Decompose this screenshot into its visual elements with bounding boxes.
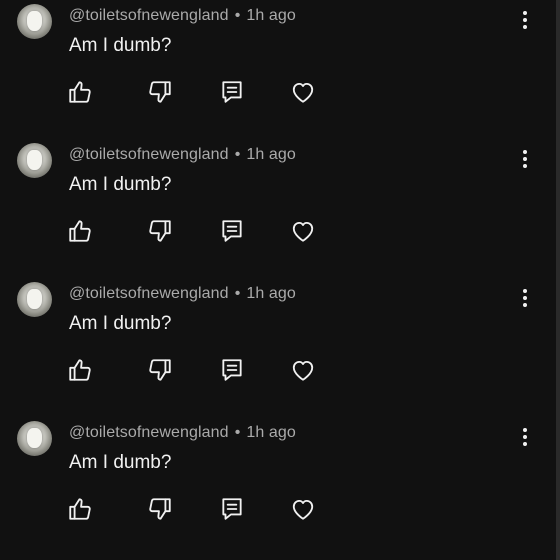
reply-button[interactable] xyxy=(218,78,246,106)
dislike-button[interactable] xyxy=(146,217,174,245)
reply-button[interactable] xyxy=(218,495,246,523)
comment-text: Am I dumb? xyxy=(69,313,172,334)
meta-separator: • xyxy=(234,146,241,163)
reply-button[interactable] xyxy=(218,356,246,384)
comment-item: @toiletsofnewengland • 1h ago Am I dumb? xyxy=(0,417,556,556)
heart-icon xyxy=(292,499,314,520)
more-options-button[interactable] xyxy=(515,147,535,171)
meta-separator: • xyxy=(234,424,241,441)
more-options-button[interactable] xyxy=(515,8,535,32)
like-button[interactable] xyxy=(66,217,94,245)
thumbs-up-icon xyxy=(69,220,91,242)
dislike-button[interactable] xyxy=(146,78,174,106)
avatar[interactable] xyxy=(17,4,52,39)
reply-icon xyxy=(222,498,242,520)
comment-author[interactable]: @toiletsofnewengland xyxy=(69,424,229,441)
comment-text: Am I dumb? xyxy=(69,35,172,56)
comment-text: Am I dumb? xyxy=(69,452,172,473)
thumbs-down-icon xyxy=(149,359,171,381)
comment-meta: @toiletsofnewengland • 1h ago xyxy=(69,424,296,442)
like-button[interactable] xyxy=(66,356,94,384)
scrollbar-track[interactable] xyxy=(556,0,560,560)
more-options-button[interactable] xyxy=(515,425,535,449)
dislike-button[interactable] xyxy=(146,356,174,384)
comments-panel: @toiletsofnewengland • 1h ago Am I dumb? @… xyxy=(0,0,560,560)
heart-icon xyxy=(292,82,314,103)
comment-author[interactable]: @toiletsofnewengland xyxy=(69,7,229,24)
comment-text: Am I dumb? xyxy=(69,174,172,195)
comment-time: 1h ago xyxy=(246,7,296,24)
heart-icon xyxy=(292,360,314,381)
meta-separator: • xyxy=(234,285,241,302)
reply-icon xyxy=(222,81,242,103)
more-options-button[interactable] xyxy=(515,286,535,310)
comment-meta: @toiletsofnewengland • 1h ago xyxy=(69,146,296,164)
thumbs-down-icon xyxy=(149,220,171,242)
comment-author[interactable]: @toiletsofnewengland xyxy=(69,146,229,163)
avatar[interactable] xyxy=(17,282,52,317)
comment-item: @toiletsofnewengland • 1h ago Am I dumb? xyxy=(0,0,556,139)
reply-button[interactable] xyxy=(218,217,246,245)
dislike-button[interactable] xyxy=(146,495,174,523)
thumbs-down-icon xyxy=(149,498,171,520)
thumbs-down-icon xyxy=(149,81,171,103)
reply-icon xyxy=(222,359,242,381)
thumbs-up-icon xyxy=(69,359,91,381)
comment-item: @toiletsofnewengland • 1h ago Am I dumb? xyxy=(0,278,556,417)
comment-meta: @toiletsofnewengland • 1h ago xyxy=(69,7,296,25)
avatar[interactable] xyxy=(17,143,52,178)
thumbs-up-icon xyxy=(69,81,91,103)
like-button[interactable] xyxy=(66,78,94,106)
avatar[interactable] xyxy=(17,421,52,456)
like-button[interactable] xyxy=(66,495,94,523)
heart-icon xyxy=(292,221,314,242)
comment-time: 1h ago xyxy=(246,424,296,441)
avatar-image xyxy=(27,289,42,309)
heart-button[interactable] xyxy=(289,495,317,523)
comment-time: 1h ago xyxy=(246,146,296,163)
heart-button[interactable] xyxy=(289,217,317,245)
comment-author[interactable]: @toiletsofnewengland xyxy=(69,285,229,302)
comment-item: @toiletsofnewengland • 1h ago Am I dumb? xyxy=(0,139,556,278)
reply-icon xyxy=(222,220,242,242)
comment-time: 1h ago xyxy=(246,285,296,302)
meta-separator: • xyxy=(234,7,241,24)
avatar-image xyxy=(27,11,42,31)
heart-button[interactable] xyxy=(289,356,317,384)
avatar-image xyxy=(27,150,42,170)
avatar-image xyxy=(27,428,42,448)
heart-button[interactable] xyxy=(289,78,317,106)
thumbs-up-icon xyxy=(69,498,91,520)
comment-meta: @toiletsofnewengland • 1h ago xyxy=(69,285,296,303)
